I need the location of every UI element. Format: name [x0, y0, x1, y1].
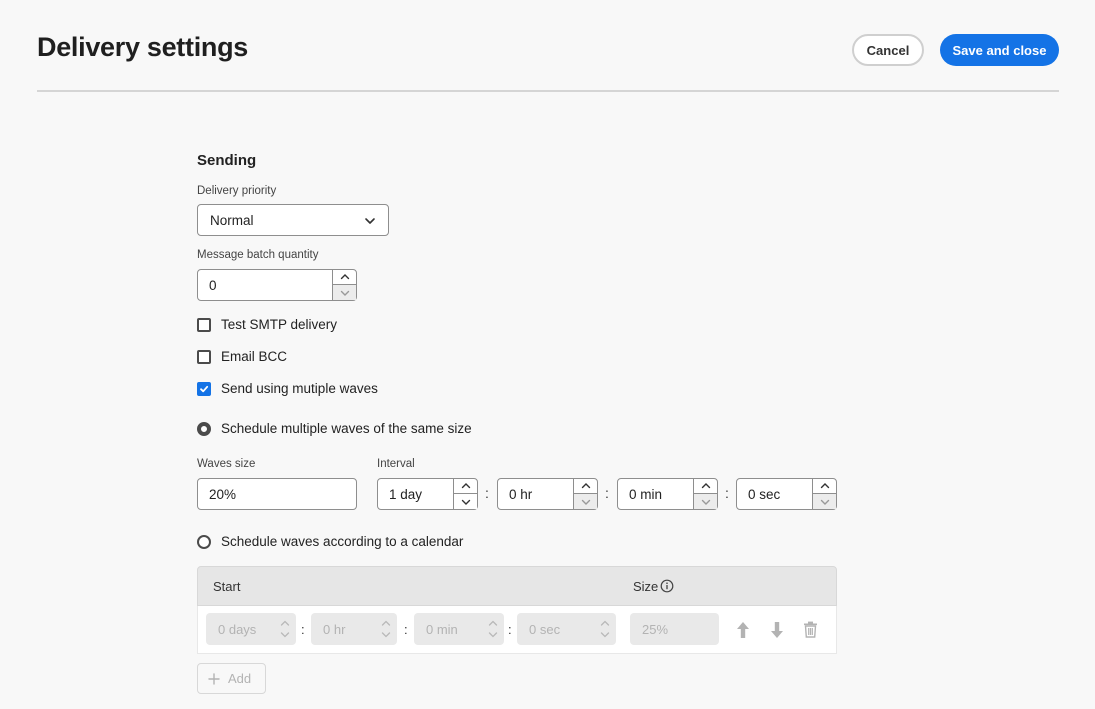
spinner-icon[interactable]: [280, 616, 290, 642]
interval-hours-value: 0 hr: [509, 486, 533, 502]
waves-size-label: Waves size: [197, 458, 256, 470]
interval-minutes-stepper[interactable]: [693, 479, 717, 509]
separator-colon: :: [725, 485, 729, 501]
separator-colon: :: [508, 622, 512, 637]
row-seconds-input[interactable]: 0 sec: [517, 613, 616, 645]
chevron-down-icon: [701, 499, 710, 505]
delivery-priority-select[interactable]: Normal: [197, 204, 389, 236]
row-minutes-input[interactable]: 0 min: [414, 613, 504, 645]
separator-colon: :: [605, 485, 609, 501]
info-icon[interactable]: [660, 579, 674, 593]
chevron-up-icon: [581, 483, 590, 489]
message-batch-input[interactable]: 0: [197, 269, 357, 301]
multiple-waves-label: Send using mutiple waves: [221, 381, 378, 396]
spinner-icon[interactable]: [488, 616, 498, 642]
row-hours-value: 0 hr: [323, 621, 346, 637]
move-down-icon[interactable]: [770, 621, 784, 639]
decrement-button[interactable]: [813, 494, 836, 509]
delivery-priority-label: Delivery priority: [197, 185, 277, 197]
plus-icon: [208, 672, 220, 685]
interval-seconds-input[interactable]: 0 sec: [736, 478, 837, 510]
delivery-priority-value: Normal: [210, 212, 254, 228]
row-days-input[interactable]: 0 days: [206, 613, 296, 645]
interval-days-input[interactable]: 1 day: [377, 478, 478, 510]
page-title: Delivery settings: [37, 32, 248, 62]
chevron-down-icon: [461, 499, 470, 505]
interval-label: Interval: [377, 458, 415, 470]
increment-button[interactable]: [574, 479, 597, 494]
spinner-icon[interactable]: [381, 616, 391, 642]
row-size-value: 25%: [642, 621, 669, 637]
chevron-down-icon: [340, 290, 349, 296]
column-header-size: Size: [633, 579, 659, 594]
row-hours-input[interactable]: 0 hr: [311, 613, 397, 645]
interval-hours-input[interactable]: 0 hr: [497, 478, 598, 510]
table-row: 0 days : 0 hr : 0 min : 0 sec 25%: [197, 606, 837, 654]
row-seconds-value: 0 sec: [529, 621, 561, 637]
chevron-up-icon: [820, 483, 829, 489]
chevron-up-icon: [461, 483, 470, 489]
add-wave-label: Add: [228, 671, 252, 686]
decrement-button[interactable]: [333, 285, 356, 300]
message-batch-label: Message batch quantity: [197, 249, 319, 261]
interval-minutes-input[interactable]: 0 min: [617, 478, 718, 510]
checkmark-icon: [200, 385, 209, 393]
decrement-button[interactable]: [694, 494, 717, 509]
same-size-radio-label: Schedule multiple waves of the same size: [221, 421, 472, 436]
separator-colon: :: [485, 485, 489, 501]
spinner-icon[interactable]: [600, 616, 610, 642]
email-bcc-checkbox[interactable]: [197, 350, 211, 364]
interval-days-stepper[interactable]: [453, 479, 477, 509]
waves-size-value: 20%: [209, 486, 237, 502]
chevron-up-icon: [701, 483, 710, 489]
increment-button[interactable]: [694, 479, 717, 494]
increment-button[interactable]: [454, 479, 477, 494]
chevron-down-icon: [820, 499, 829, 505]
decrement-button[interactable]: [454, 494, 477, 509]
waves-size-input[interactable]: 20%: [197, 478, 357, 510]
test-smtp-label: Test SMTP delivery: [221, 317, 338, 332]
decrement-button[interactable]: [574, 494, 597, 509]
chevron-down-icon: [365, 218, 375, 224]
increment-button[interactable]: [333, 270, 356, 285]
interval-hours-stepper[interactable]: [573, 479, 597, 509]
row-minutes-value: 0 min: [426, 621, 458, 637]
chevron-up-icon: [340, 274, 349, 280]
row-size-input[interactable]: 25%: [630, 613, 719, 645]
calendar-table-header: Start Size: [197, 566, 837, 606]
interval-days-value: 1 day: [389, 486, 423, 502]
column-header-start: Start: [213, 579, 241, 594]
sending-section-title: Sending: [197, 152, 257, 169]
increment-button[interactable]: [813, 479, 836, 494]
calendar-radio-label: Schedule waves according to a calendar: [221, 534, 464, 549]
delete-icon[interactable]: [803, 621, 818, 638]
row-days-value: 0 days: [218, 621, 257, 637]
separator-colon: :: [404, 622, 408, 637]
same-size-radio[interactable]: [197, 422, 211, 436]
message-batch-stepper[interactable]: [332, 270, 356, 300]
chevron-down-icon: [581, 499, 590, 505]
save-and-close-button[interactable]: Save and close: [940, 34, 1059, 66]
page-header: Delivery settings Cancel Save and close: [37, 0, 1059, 92]
multiple-waves-checkbox[interactable]: [197, 382, 211, 396]
email-bcc-label: Email BCC: [221, 349, 288, 364]
test-smtp-checkbox[interactable]: [197, 318, 211, 332]
interval-seconds-stepper[interactable]: [812, 479, 836, 509]
cancel-button[interactable]: Cancel: [852, 34, 924, 66]
interval-minutes-value: 0 min: [629, 486, 663, 502]
interval-seconds-value: 0 sec: [748, 486, 781, 502]
add-wave-button[interactable]: Add: [197, 663, 266, 694]
calendar-radio[interactable]: [197, 535, 211, 549]
message-batch-value: 0: [209, 277, 217, 293]
separator-colon: :: [301, 622, 305, 637]
move-up-icon[interactable]: [736, 621, 750, 639]
